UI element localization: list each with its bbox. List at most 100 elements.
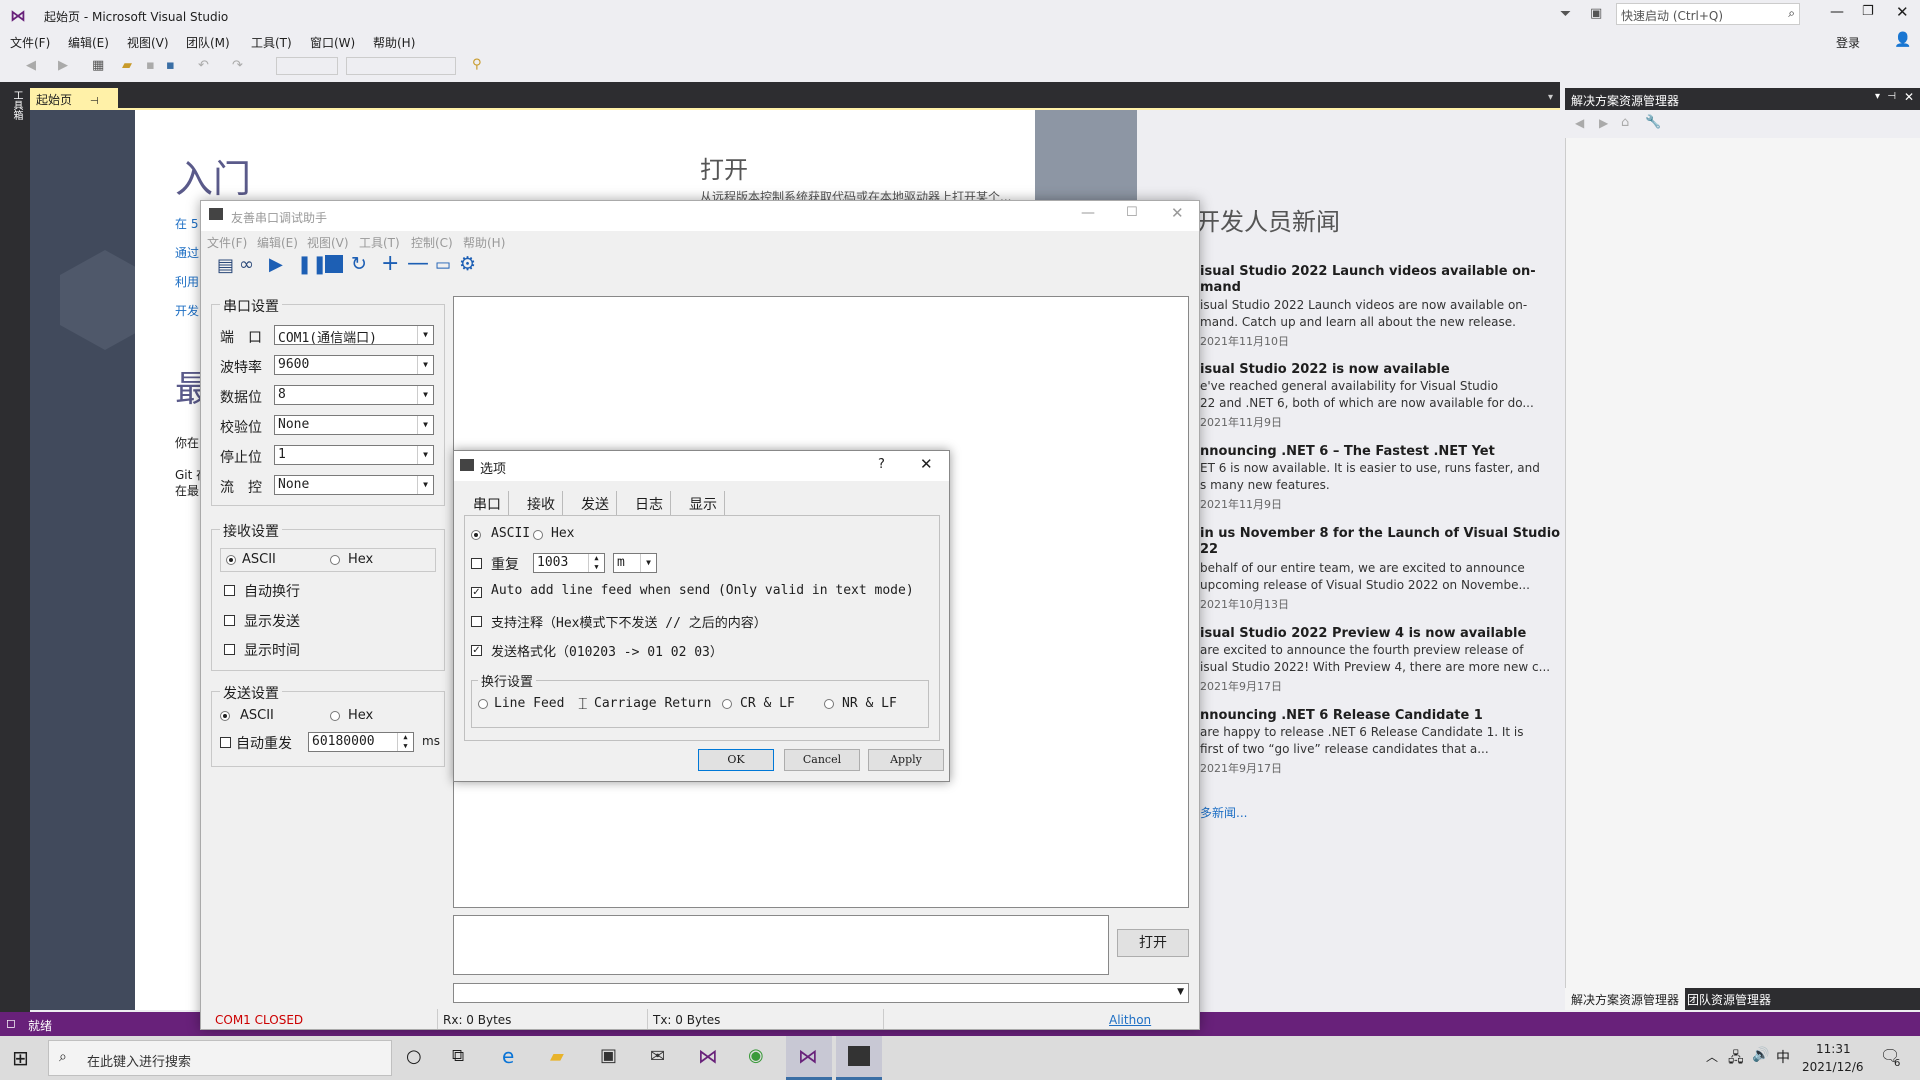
news-title[interactable]: 22	[1200, 542, 1218, 557]
account-icon[interactable]: 👤	[1894, 32, 1911, 48]
edge-icon[interactable]: e	[502, 1044, 514, 1068]
pause-icon[interactable]: ❚❚	[297, 254, 327, 275]
apply-button[interactable]: Apply	[868, 749, 944, 771]
restore-button[interactable]: ❐	[1862, 4, 1874, 19]
save-icon[interactable]: ▪	[146, 58, 155, 73]
intro-link[interactable]: 利用	[175, 273, 199, 290]
nrlf-radio[interactable]	[824, 699, 834, 709]
app-icon[interactable]: ◉	[748, 1045, 764, 1066]
taskbar-serial-app[interactable]	[836, 1036, 882, 1080]
menu-window[interactable]: 窗口(W)	[310, 34, 355, 51]
menu-team[interactable]: 团队(M)	[186, 34, 230, 51]
minimize-button[interactable]: —	[1081, 205, 1095, 221]
format-checkbox[interactable]: ✓	[471, 645, 482, 656]
show-time-checkbox[interactable]	[224, 644, 235, 655]
close-button[interactable]: ✕	[1896, 3, 1909, 21]
menu-help[interactable]: 帮助(H)	[373, 34, 415, 51]
intro-link[interactable]: 在 5	[175, 215, 198, 232]
repeat-unit-select[interactable]: m ▼	[613, 553, 657, 573]
line-feed-radio[interactable]	[478, 699, 488, 709]
tab-solution-explorer[interactable]: 解决方案资源管理器	[1565, 988, 1686, 1010]
network-icon[interactable]: 🖧	[1728, 1047, 1744, 1071]
clock-time[interactable]: 11:31	[1816, 1042, 1851, 1056]
play-icon[interactable]: ▶	[269, 254, 283, 275]
visual-studio-icon[interactable]: ⋈	[698, 1044, 718, 1068]
windows-start-icon[interactable]: ⊞	[12, 1046, 29, 1070]
find-icon[interactable]: ⚲	[472, 57, 482, 72]
stop-icon[interactable]	[325, 255, 343, 273]
news-title[interactable]: isual Studio 2022 Launch videos availabl…	[1200, 264, 1536, 279]
tab-send[interactable]: 发送	[574, 491, 617, 515]
tab-port[interactable]: 串口	[466, 491, 509, 515]
close-icon[interactable]: ✕	[1904, 90, 1914, 104]
author-link[interactable]: Alithon	[1109, 1013, 1151, 1027]
comment-checkbox[interactable]	[471, 616, 482, 627]
menu-view[interactable]: 视图(V)	[127, 34, 169, 51]
ascii-radio[interactable]	[471, 530, 481, 540]
task-view-icon[interactable]: ⧉	[452, 1046, 464, 1066]
volume-icon[interactable]: 🔊	[1752, 1047, 1769, 1063]
stopbits-select[interactable]: 1 ▼	[274, 445, 434, 465]
tab-display[interactable]: 显示	[682, 491, 725, 515]
forward-icon[interactable]: ▶	[58, 58, 68, 73]
menu-file[interactable]: 文件(F)	[207, 234, 247, 251]
cortana-icon[interactable]: ○	[406, 1046, 422, 1067]
auto-resend-checkbox[interactable]	[220, 737, 231, 748]
window-icon[interactable]: ▭	[435, 255, 451, 275]
new-project-icon[interactable]: ▦	[92, 58, 104, 73]
quick-launch-input[interactable]: 快速启动 (Ctrl+Q) ⌕	[1616, 3, 1800, 25]
repeat-interval-input[interactable]: 1003 ▲ ▼	[533, 553, 605, 573]
cancel-button[interactable]: Cancel	[784, 749, 860, 771]
port-select[interactable]: COM1(通信端口) ▼	[274, 325, 434, 346]
pin-icon[interactable]: ⊣	[1887, 91, 1896, 102]
flow-select[interactable]: None ▼	[274, 475, 434, 495]
intro-link[interactable]: 通过	[175, 244, 199, 261]
news-title[interactable]: mand	[1200, 280, 1241, 295]
news-title[interactable]: nnouncing .NET 6 Release Candidate 1	[1200, 708, 1483, 723]
document-icon[interactable]: ▤	[217, 255, 234, 276]
forward-icon[interactable]: ▶	[1599, 116, 1608, 130]
menu-edit[interactable]: 编辑(E)	[68, 34, 109, 51]
spinner-icon[interactable]: ▲ ▼	[588, 554, 604, 572]
pin-icon[interactable]: ⊣	[90, 96, 99, 107]
save-all-icon[interactable]: ▪	[166, 58, 175, 73]
databits-select[interactable]: 8 ▼	[274, 385, 434, 405]
back-icon[interactable]: ◀	[1575, 116, 1584, 130]
tab-overflow-icon[interactable]: ▾	[1548, 92, 1553, 103]
news-title[interactable]: isual Studio 2022 Preview 4 is now avail…	[1200, 626, 1526, 641]
menu-edit[interactable]: 编辑(E)	[257, 234, 298, 251]
taskbar-search-box[interactable]: ⌕ 在此键入进行搜索	[48, 1040, 392, 1076]
file-explorer-icon[interactable]: ▰	[550, 1046, 564, 1067]
login-link[interactable]: 登录	[1836, 34, 1860, 51]
recv-hex-radio[interactable]	[330, 555, 340, 565]
repeat-checkbox[interactable]	[471, 558, 482, 569]
filter-icon[interactable]: ⏷	[1560, 6, 1571, 22]
show-send-checkbox[interactable]	[224, 615, 235, 626]
undo-icon[interactable]: ↶	[198, 58, 209, 73]
toolbox-label[interactable]: 工具箱	[9, 90, 24, 120]
auto-wrap-checkbox[interactable]	[224, 585, 235, 596]
spinner-icon[interactable]: ▲ ▼	[397, 733, 413, 751]
crlf-radio[interactable]	[722, 699, 732, 709]
baud-select[interactable]: 9600 ▼	[274, 355, 434, 375]
menu-tools[interactable]: 工具(T)	[251, 34, 292, 51]
tab-log[interactable]: 日志	[628, 491, 671, 515]
tab-start-page[interactable]: 起始页 ⊣ ✕	[30, 88, 118, 122]
history-select[interactable]: ▼	[453, 983, 1189, 1003]
close-button[interactable]: ✕	[920, 455, 933, 473]
tray-chevron-icon[interactable]: ︿	[1706, 1048, 1718, 1065]
parity-select[interactable]: None ▼	[274, 415, 434, 435]
resend-interval-input[interactable]: 60180000 ▲ ▼	[308, 732, 414, 752]
tab-team-explorer[interactable]: 团队资源管理器	[1687, 991, 1771, 1008]
close-button[interactable]: ✕	[1171, 204, 1184, 222]
menu-tools[interactable]: 工具(T)	[359, 234, 400, 251]
send-text-area[interactable]	[453, 915, 1109, 975]
home-icon[interactable]: ⌂	[1621, 115, 1629, 130]
redo-icon[interactable]: ↷	[232, 58, 243, 73]
clock-date[interactable]: 2021/12/6	[1802, 1060, 1864, 1074]
help-button[interactable]: ?	[878, 457, 885, 472]
open-port-button[interactable]: 打开	[1117, 929, 1189, 957]
config-dropdown[interactable]	[276, 57, 338, 75]
dropdown-icon[interactable]: ▾	[1875, 91, 1880, 102]
maximize-button[interactable]: ☐	[1126, 205, 1138, 220]
